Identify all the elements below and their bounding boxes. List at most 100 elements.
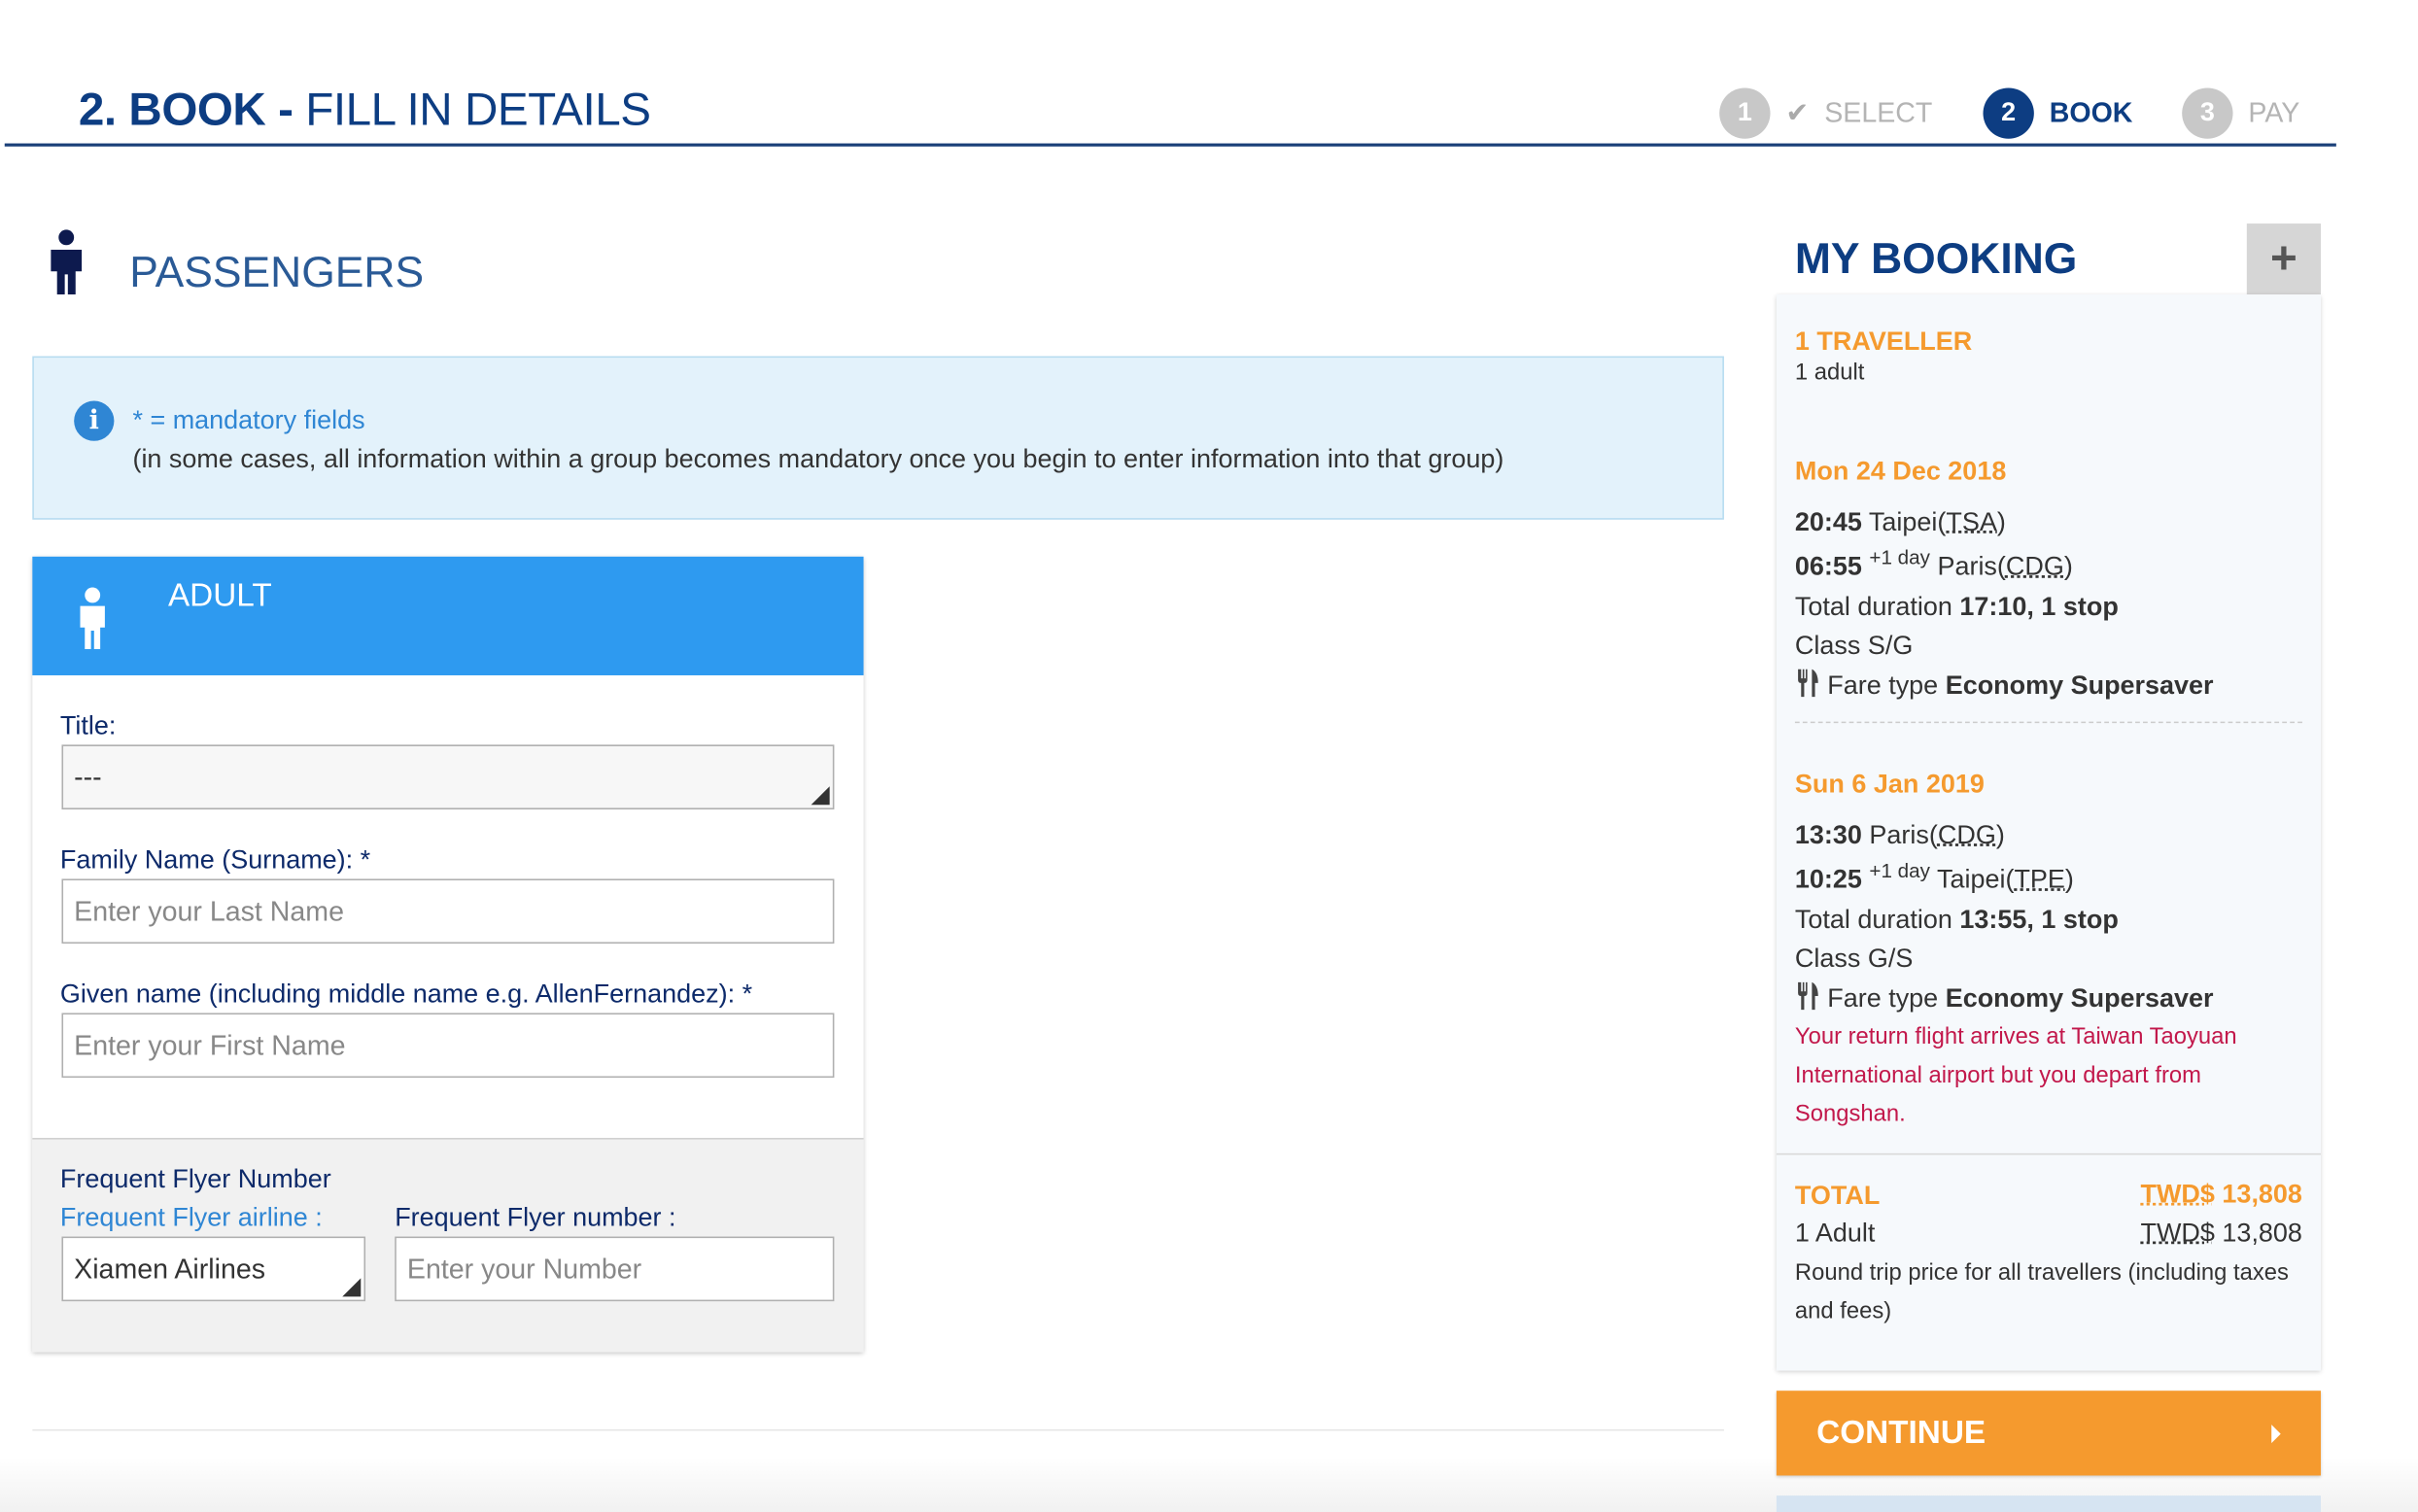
header-divider	[5, 144, 2336, 147]
fork-knife-icon	[1795, 670, 1819, 698]
return-departure: 13:30 Paris(CDG)	[1795, 820, 2005, 851]
dropdown-arrow-icon	[812, 786, 830, 805]
airport-warning-line1: Your return flight arrives at Taiwan Tao…	[1795, 1024, 2237, 1050]
page-title-step: 2. BOOK -	[79, 85, 294, 135]
title-select[interactable]: ---	[61, 744, 834, 809]
outbound-arrival: 06:55 +1 day Paris(CDG)	[1795, 546, 2073, 583]
duration-label: Total duration	[1795, 592, 1952, 621]
total-label: TOTAL	[1795, 1181, 1880, 1212]
my-booking-title: MY BOOKING	[1795, 234, 2077, 284]
step-book[interactable]: 2 BOOK	[1983, 86, 2132, 139]
step-label: SELECT	[1824, 96, 1932, 128]
arrow-right-icon	[2271, 1425, 2281, 1443]
outbound-departure-time: 20:45	[1795, 507, 1862, 536]
outbound-departure-code: TSA	[1946, 507, 1996, 536]
info-group-text: (in some cases, all information within a…	[132, 444, 1503, 475]
page-title: 2. BOOK - FILL IN DETAILS	[79, 85, 651, 137]
family-name-input[interactable]	[61, 878, 834, 944]
continue-label: CONTINUE	[1816, 1415, 1986, 1452]
outbound-duration: Total duration 17:10, 1 stop	[1795, 592, 2119, 623]
checkmark-icon: ✔	[1785, 96, 1809, 128]
outbound-arrival-code: CDG	[2006, 551, 2064, 580]
family-name-label: Family Name (Surname): *	[60, 845, 370, 876]
step-pay[interactable]: 3 PAY	[2182, 86, 2299, 139]
given-name-label: Given name (including middle name e.g. A…	[60, 979, 752, 1011]
person-icon	[76, 586, 110, 651]
given-name-input[interactable]	[61, 1013, 834, 1078]
outbound-class: Class S/G	[1795, 631, 1913, 662]
duration-value: 17:10, 1 stop	[1959, 592, 2118, 621]
traveller-detail: 1 adult	[1795, 360, 1864, 386]
frequent-flyer-section: Frequent Flyer Number Frequent Flyer air…	[32, 1138, 863, 1353]
return-next-day: +1 day	[1869, 859, 1930, 882]
return-departure-code: CDG	[1938, 820, 1996, 849]
total-divider	[1777, 1153, 2321, 1155]
section-divider	[32, 1429, 1724, 1431]
step-number-circle: 2	[1983, 87, 2033, 138]
return-arrival-code: TPE	[2014, 865, 2064, 894]
fare-value: Economy Supersaver	[1946, 983, 2214, 1013]
person-icon	[47, 228, 86, 296]
step-number-circle: 3	[2182, 87, 2232, 138]
step-select[interactable]: 1 ✔ SELECT	[1719, 86, 1932, 139]
return-date: Sun 6 Jan 2019	[1795, 770, 1985, 801]
total-amount: 13,808	[2222, 1180, 2302, 1209]
outbound-next-day: +1 day	[1869, 546, 1930, 569]
outbound-arrival-time: 06:55	[1795, 551, 1862, 580]
airport-warning-line3: Songshan.	[1795, 1101, 1906, 1127]
adult-price: TWD$ 13,808	[2140, 1218, 2301, 1249]
frequent-flyer-airline-value: Xiamen Airlines	[74, 1253, 265, 1285]
adult-card-header: ADULT	[32, 557, 863, 675]
outbound-arrival-city: Paris(	[1937, 551, 2005, 580]
title-label: Title:	[60, 710, 116, 741]
return-arrival: 10:25 +1 day Taipei(TPE)	[1795, 859, 2074, 896]
dropdown-arrow-icon	[342, 1278, 361, 1296]
title-select-value: ---	[74, 761, 102, 793]
traveller-count: 1 TRAVELLER	[1795, 326, 1972, 358]
info-mandatory-text: * = mandatory fields	[132, 405, 364, 436]
frequent-flyer-number-label: Frequent Flyer number :	[395, 1203, 675, 1234]
outbound-date: Mon 24 Dec 2018	[1795, 457, 2006, 488]
fare-value: Economy Supersaver	[1946, 670, 2214, 700]
frequent-flyer-airline-label: Frequent Flyer airline :	[60, 1203, 323, 1234]
frequent-flyer-airline-select[interactable]: Xiamen Airlines	[61, 1237, 365, 1302]
return-departure-time: 13:30	[1795, 820, 1862, 849]
booking-page: 2. BOOK - FILL IN DETAILS 1 ✔ SELECT 2 B…	[0, 0, 2418, 1512]
duration-label: Total duration	[1795, 905, 1952, 934]
page-title-text: FILL IN DETAILS	[305, 85, 650, 135]
return-class: Class G/S	[1795, 944, 1913, 975]
frequent-flyer-heading: Frequent Flyer Number	[60, 1164, 331, 1195]
outbound-fare: Fare type Economy Supersaver	[1795, 670, 2214, 702]
expand-booking-button[interactable]: +	[2247, 223, 2321, 294]
fork-knife-icon	[1795, 982, 1819, 1011]
outbound-departure-city: Taipei(	[1869, 507, 1946, 536]
return-arrival-city: Taipei(	[1937, 865, 2014, 894]
step-label: PAY	[2248, 96, 2299, 128]
adult-passenger-card: ADULT Title: --- Family Name (Surname): …	[32, 557, 863, 1353]
airport-warning-line2: International airport but you depart fro…	[1795, 1062, 2201, 1088]
return-departure-city: Paris(	[1869, 820, 1937, 849]
adult-price-label: 1 Adult	[1795, 1218, 1876, 1249]
step-number-circle: 1	[1719, 87, 1770, 138]
price-note-line2: and fees)	[1795, 1298, 1891, 1324]
total-price: TWD$ 13,808	[2140, 1180, 2301, 1211]
frequent-flyer-number-input[interactable]	[395, 1237, 834, 1302]
secondary-panel-edge	[1777, 1495, 2321, 1512]
adult-amount: 13,808	[2222, 1218, 2302, 1247]
continue-button[interactable]: CONTINUE	[1777, 1391, 2321, 1475]
outbound-departure: 20:45 Taipei(TSA)	[1795, 507, 2006, 538]
adult-currency: TWD$	[2140, 1218, 2214, 1247]
passengers-title: PASSENGERS	[129, 248, 424, 297]
return-fare: Fare type Economy Supersaver	[1795, 982, 2214, 1014]
adult-card-title: ADULT	[168, 578, 272, 615]
flight-divider	[1795, 722, 2302, 724]
step-label: BOOK	[2050, 96, 2133, 128]
return-arrival-time: 10:25	[1795, 865, 1862, 894]
booking-summary: 1 TRAVELLER 1 adult Mon 24 Dec 2018 20:4…	[1777, 294, 2321, 1371]
price-note-line1: Round trip price for all travellers (inc…	[1795, 1259, 2289, 1286]
info-icon: i	[74, 401, 114, 441]
return-duration: Total duration 13:55, 1 stop	[1795, 905, 2119, 936]
fare-label: Fare type	[1827, 983, 1938, 1013]
total-currency: TWD$	[2140, 1180, 2214, 1209]
fare-label: Fare type	[1827, 670, 1938, 700]
